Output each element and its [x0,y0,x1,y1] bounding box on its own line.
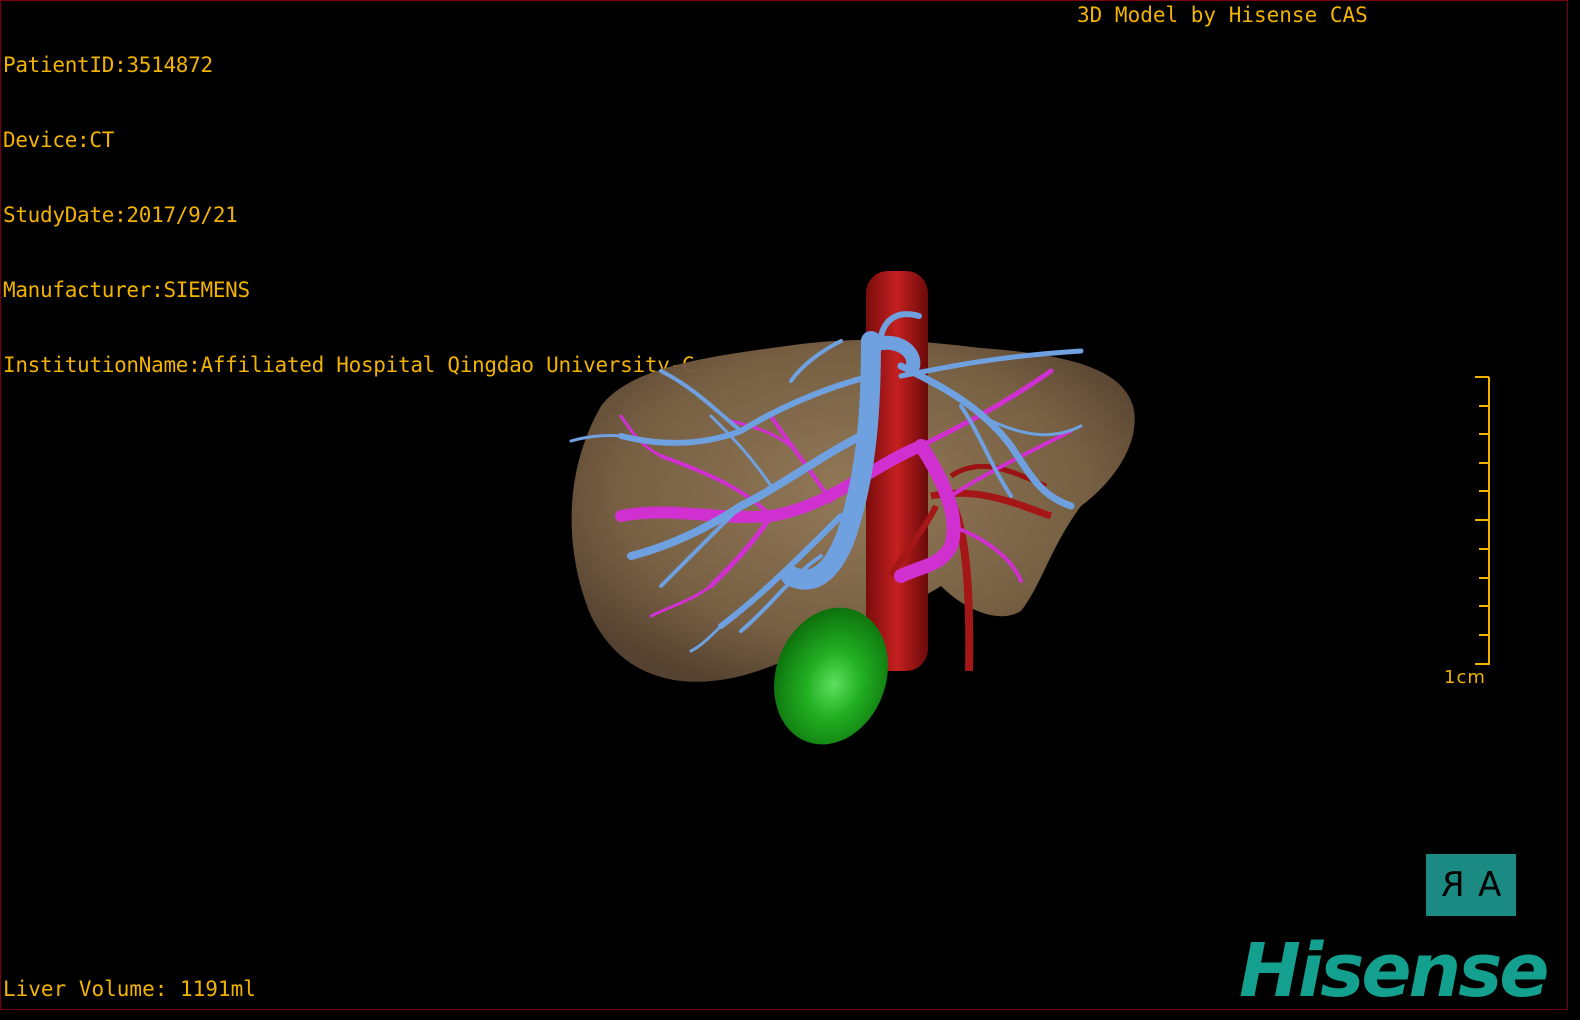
orientation-cube-icon[interactable]: R A [1426,854,1516,916]
study-date-text: StudyDate:2017/9/21 [3,203,238,227]
3d-viewport[interactable]: PatientID:3514872 Device:CT StudyDate:20… [0,0,1568,1010]
scale-label: 1cm [1444,667,1486,688]
scale-bar [1475,376,1490,665]
liver-3d-model[interactable] [541,256,1161,756]
orientation-right-label: R [1440,865,1465,905]
liver-volume-text: Liver Volume: 1191ml [3,977,256,1001]
hisense-logo: Hisense [1239,928,1549,1010]
patient-id-text: PatientID:3514872 [3,53,213,77]
orientation-anterior-label: A [1478,865,1502,905]
model-credit-text: 3D Model by Hisense CAS [1077,3,1368,27]
device-text: Device:CT [3,128,115,152]
